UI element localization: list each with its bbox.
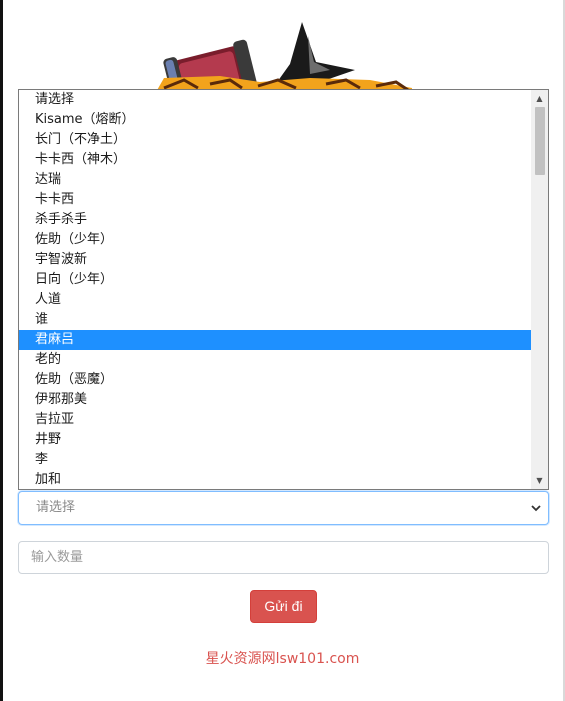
scroll-thumb[interactable] (535, 107, 545, 175)
option-item[interactable]: 伊邪那美 (19, 390, 531, 410)
option-item[interactable]: 李 (19, 450, 531, 470)
select-value: 请选择 (36, 500, 76, 515)
character-listbox[interactable]: 请选择 Kisame（熔断） 长门（不净土） 卡卡西（神木） 达瑞 卡卡西 杀手… (18, 89, 549, 490)
option-item[interactable]: 谁 (19, 310, 531, 330)
option-item[interactable]: 佐助（恶魔） (19, 370, 531, 390)
option-item[interactable]: 宇智波新 (19, 250, 531, 270)
option-item[interactable]: 请选择 (19, 90, 531, 110)
option-item[interactable]: 老的 (19, 350, 531, 370)
option-item[interactable]: 卡卡西（神木） (19, 150, 531, 170)
footer-link[interactable]: 星火资源网lsw101.com (0, 648, 565, 668)
window-edge-left (0, 0, 3, 701)
listbox-scrollbar[interactable]: ▲ ▼ (531, 90, 548, 489)
scroll-up-arrow-icon[interactable]: ▲ (531, 90, 548, 107)
option-item[interactable]: 卡卡西 (19, 190, 531, 210)
scroll-down-arrow-icon[interactable]: ▼ (531, 472, 548, 489)
option-item[interactable]: 日向（少年） (19, 270, 531, 290)
option-item[interactable]: 井野 (19, 430, 531, 450)
option-item[interactable]: 达瑞 (19, 170, 531, 190)
option-item[interactable]: 人道 (19, 290, 531, 310)
quantity-input[interactable] (18, 541, 549, 574)
character-select[interactable]: 请选择 (18, 491, 549, 525)
option-item[interactable]: 杀手杀手 (19, 210, 531, 230)
option-item[interactable]: Kisame（熔断） (19, 110, 531, 130)
option-item[interactable]: 长门（不净土） (19, 130, 531, 150)
listbox-options: 请选择 Kisame（熔断） 长门（不净土） 卡卡西（神木） 达瑞 卡卡西 杀手… (19, 90, 531, 489)
option-item[interactable]: 佐助（少年） (19, 230, 531, 250)
option-item-highlighted[interactable]: 君麻吕 (19, 330, 531, 350)
submit-button[interactable]: Gửi đi (250, 590, 317, 623)
option-item[interactable]: 加和 (19, 470, 531, 489)
game-logo (150, 22, 420, 92)
option-item[interactable]: 吉拉亚 (19, 410, 531, 430)
chevron-down-icon (531, 505, 541, 512)
